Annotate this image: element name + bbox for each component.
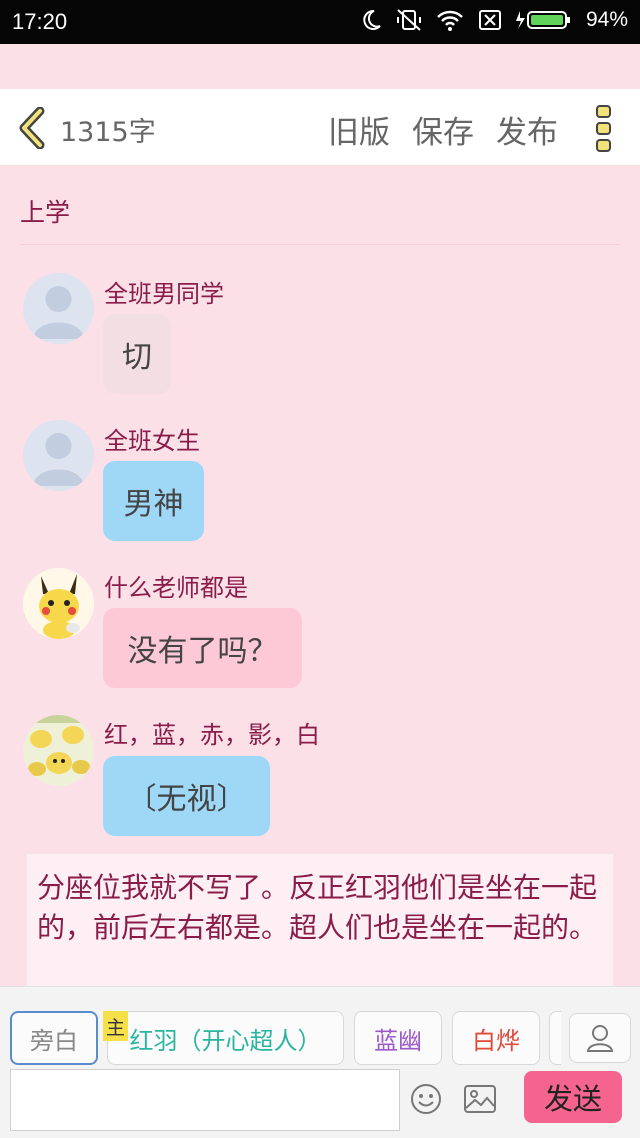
publish-button[interactable]: 发布 — [496, 107, 558, 152]
character-chip-narrator[interactable]: 旁白 — [10, 1011, 98, 1065]
no-sim-icon — [478, 10, 501, 30]
old-version-button[interactable]: 旧版 — [328, 107, 390, 152]
message-bubble[interactable]: 没有了吗？ — [103, 608, 302, 688]
battery-percent: 94% — [585, 8, 628, 31]
wifi-icon — [437, 10, 463, 31]
message-sender-name: 红，蓝，赤，影，白 — [104, 721, 320, 749]
more-menu-icon[interactable] — [594, 104, 614, 154]
status-bar: 17:20 94% — [0, 0, 640, 44]
image-icon[interactable] — [463, 1084, 497, 1114]
back-chevron-icon[interactable] — [16, 107, 48, 149]
character-chip-hongyu[interactable]: 红羽（开心超人） — [107, 1011, 344, 1065]
character-chip-lanyou[interactable]: 蓝幽 — [354, 1011, 442, 1065]
message-input[interactable] — [10, 1069, 400, 1131]
avatar-pikachu-group-icon[interactable] — [23, 715, 94, 786]
character-chip-baiye[interactable]: 白烨 — [452, 1011, 540, 1065]
story-title[interactable]: 上学 — [20, 193, 70, 229]
character-chip-partial[interactable] — [549, 1011, 561, 1065]
emoji-icon[interactable] — [410, 1083, 442, 1115]
moon-icon — [363, 9, 381, 30]
narration-block[interactable]: 分座位我就不写了。反正红羽他们是坐在一起的，前后左右都是。超人们也是坐在一起的。 — [27, 854, 613, 994]
composer-bar: 旁白 红羽（开心超人） 主 蓝幽 白烨 发送 — [0, 986, 640, 1138]
message-bubble[interactable]: 切 — [103, 314, 171, 394]
message-sender-name: 全班男同学 — [104, 280, 224, 308]
word-count: 1315字 — [60, 117, 156, 148]
send-button[interactable]: 发送 — [524, 1071, 622, 1123]
story-title-area: 上学 — [0, 165, 640, 245]
battery-icon — [515, 11, 570, 29]
editor-header: 1315字 旧版 保存 发布 — [0, 89, 640, 165]
avatar-pikachu-icon[interactable] — [23, 568, 94, 639]
title-divider — [20, 244, 620, 245]
message-sender-name: 什么老师都是 — [104, 574, 248, 602]
status-time: 17:20 — [12, 9, 68, 34]
main-character-badge: 主 — [103, 1011, 128, 1041]
status-icons: 94% — [360, 8, 628, 32]
avatar-default-icon[interactable] — [23, 420, 94, 491]
message-bubble[interactable]: 〔无视〕 — [103, 756, 270, 836]
message-bubble[interactable]: 男神 — [103, 461, 204, 541]
save-button[interactable]: 保存 — [412, 107, 474, 152]
message-sender-name: 全班女生 — [104, 427, 200, 455]
person-icon — [586, 1025, 614, 1052]
vibrate-off-icon — [396, 9, 421, 31]
avatar-default-icon[interactable] — [23, 273, 94, 344]
character-manage-button[interactable] — [569, 1013, 631, 1063]
